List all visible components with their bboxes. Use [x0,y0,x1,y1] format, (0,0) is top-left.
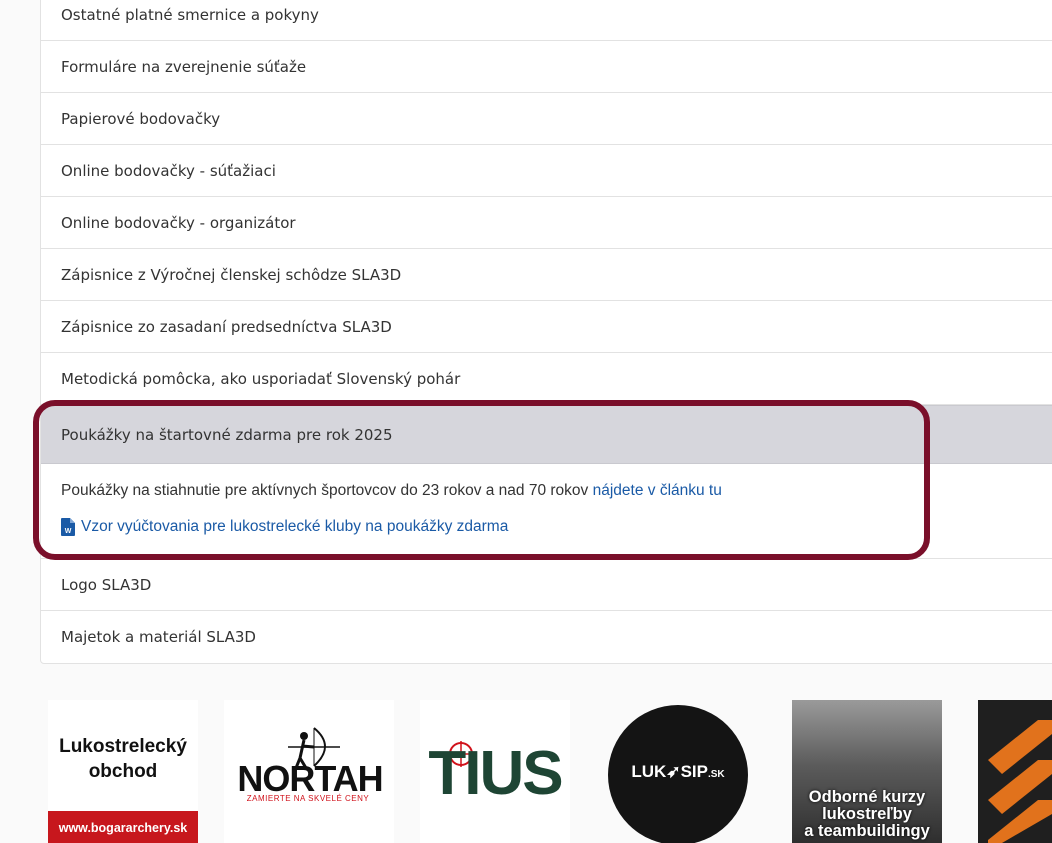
documents-accordion: Ostatné platné smernice a pokyny Formulá… [40,0,1052,664]
accordion-item-label: Metodická pomôcka, ako usporiadať Sloven… [61,369,461,388]
sponsor-bogar-line2: obchod [88,761,158,782]
sponsor-partial[interactable] [978,700,1052,843]
accordion-item-zapisnice-predsednictva[interactable]: Zápisnice zo zasadaní predsedníctva SLA3… [41,301,1052,353]
stripes-logo-icon [988,720,1052,843]
accordion-item-label: Zápisnice zo zasadaní predsedníctva SLA3… [61,317,392,336]
accordion-item-logo[interactable]: Logo SLA3D [41,559,1052,611]
sponsor-lukasip-suffix: .SK [707,769,725,780]
accordion-item-online-sutaziaci[interactable]: Online bodovačky - súťažiaci [41,145,1052,197]
sponsor-lukasip-part2: SIP [680,762,708,781]
sponsor-bogar-archery[interactable]: Lukostrelecký obchod www.bogararchery.sk [48,700,198,843]
accordion-item-label: Online bodovačky - organizátor [61,213,296,232]
sponsor-nortah-tagline: ZAMIERTE NA SKVELÉ CENY [246,794,370,803]
sponsor-kurzy-text: Odborné kurzy lukostreľby a teambuildingy [792,789,942,840]
sponsor-kurzy-line1: Odborné kurzy [808,788,926,806]
panel-text-line: Poukážky na stiahnutie pre aktívnych špo… [61,478,1052,504]
panel-text: Poukážky na stiahnutie pre aktívnych špo… [61,482,593,499]
sponsor-bogar-url: www.bogararchery.sk [48,811,198,843]
accordion-panel-poukazky: Poukážky na stiahnutie pre aktívnych špo… [41,463,1052,559]
sponsor-kurzy-lukostrelby[interactable]: Odborné kurzy lukostreľby a teambuildingy [792,700,942,843]
accordion-item-label: Formuláre na zverejnenie súťaže [61,57,307,76]
sponsor-lukasip-name: LUK➶SIP.SK [608,762,748,782]
vzor-vyuctovania-link[interactable]: Vzor vyúčtovania pre lukostrelecké kluby… [81,516,508,538]
accordion-item-metodicka-pomocka[interactable]: Metodická pomôcka, ako usporiadať Sloven… [41,353,1052,405]
sponsor-tius[interactable]: TIUS [420,700,570,843]
sponsor-lukasip[interactable]: LUK➶SIP.SK [600,700,755,843]
word-document-icon: W [61,518,75,536]
sponsor-bogar-title: Lukostrelecký obchod [48,734,198,784]
accordion-item-zapisnice-vcs[interactable]: Zápisnice z Výročnej členskej schôdze SL… [41,249,1052,301]
sponsor-tius-name: TIUS [428,739,563,808]
panel-doc-line: W Vzor vyúčtovania pre lukostrelecké klu… [61,516,1052,538]
svg-text:W: W [65,528,72,535]
accordion-item-online-organizator[interactable]: Online bodovačky - organizátor [41,197,1052,249]
accordion-item-formulare[interactable]: Formuláre na zverejnenie súťaže [41,41,1052,93]
article-link[interactable]: nájdete v článku tu [593,482,722,499]
accordion-item-label: Papierové bodovačky [61,109,221,128]
sponsor-bogar-line1: Lukostrelecký [59,736,187,757]
accordion-item-smernice[interactable]: Ostatné platné smernice a pokyny [41,0,1052,41]
sponsor-nortah[interactable]: NORTAH ZAMIERTE NA SKVELÉ CENY [224,700,394,843]
accordion-item-majetok[interactable]: Majetok a materiál SLA3D [41,611,1052,663]
accordion-item-poukazky[interactable]: Poukážky na štartovné zdarma pre rok 202… [41,405,1052,463]
accordion-item-papierove-bodovacky[interactable]: Papierové bodovačky [41,93,1052,145]
accordion-item-label: Ostatné platné smernice a pokyny [61,5,319,24]
sponsor-kurzy-line2: lukostreľby [822,805,912,823]
accordion-item-label: Poukážky na štartovné zdarma pre rok 202… [61,425,393,444]
accordion-item-label: Logo SLA3D [61,575,152,594]
sponsor-lukasip-part1: LUK [631,762,667,781]
arrow-icon: ➶ [666,762,681,781]
accordion-item-label: Majetok a materiál SLA3D [61,628,256,646]
accordion-item-label: Online bodovačky - súťažiaci [61,161,276,180]
sponsor-kurzy-line3: a teambuildingy [804,822,930,840]
accordion-item-label: Zápisnice z Výročnej členskej schôdze SL… [61,265,402,284]
